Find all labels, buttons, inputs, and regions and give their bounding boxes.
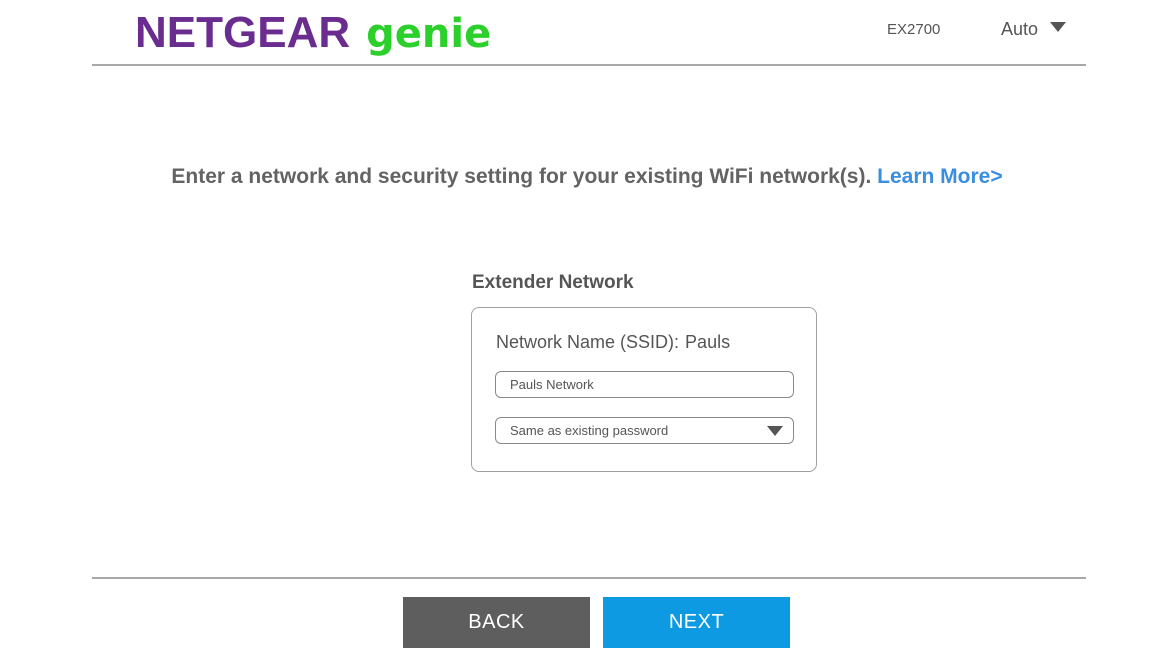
ssid-value: Pauls: [685, 332, 731, 352]
back-button[interactable]: BACK: [403, 597, 590, 648]
language-selector[interactable]: Auto: [1001, 17, 1067, 41]
ssid-row: Network Name (SSID): Pauls: [496, 330, 730, 354]
header-divider: [92, 64, 1086, 66]
brand-name: NETGEAR: [135, 8, 351, 57]
caret-down-icon: [1050, 22, 1067, 32]
extender-network-title: Extender Network: [472, 272, 634, 293]
extender-network-card: Network Name (SSID):Pauls Same as existi…: [471, 307, 817, 472]
netgear-genie-logo: NETGEAR genie: [135, 6, 491, 60]
learn-more-link[interactable]: Learn More>: [877, 165, 1002, 188]
next-button[interactable]: NEXT: [603, 597, 790, 648]
footer-divider: [92, 577, 1086, 579]
security-select[interactable]: Same as existing password: [495, 417, 794, 444]
network-name-input[interactable]: [495, 371, 794, 398]
security-select-value: Same as existing password: [510, 423, 669, 438]
model-number: EX2700: [887, 21, 941, 38]
ssid-label: Network Name (SSID):: [496, 332, 680, 352]
product-name: genie: [366, 11, 492, 57]
instruction-text: Enter a network and security setting for…: [0, 163, 1174, 191]
instruction-message: Enter a network and security setting for…: [171, 165, 878, 188]
language-value: Auto: [1001, 19, 1039, 39]
page: NETGEAR genie EX2700 Auto Enter a networ…: [0, 0, 1174, 655]
caret-down-icon: [767, 425, 783, 436]
